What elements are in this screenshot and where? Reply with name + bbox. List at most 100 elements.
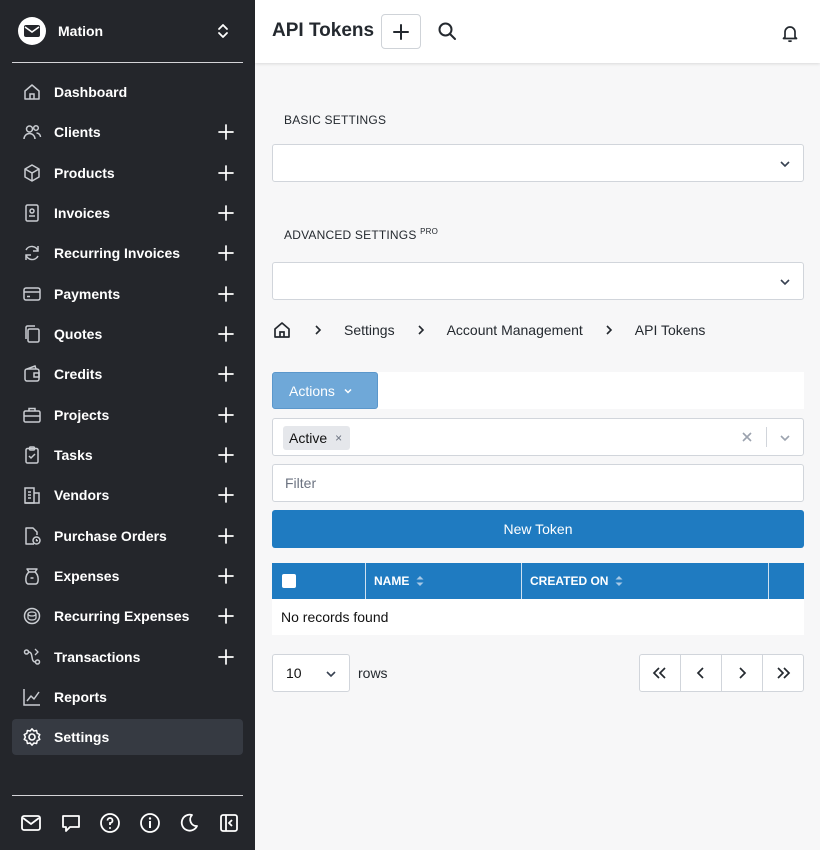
add-quotes-plus-icon[interactable] [217,325,235,343]
building-icon [22,485,42,505]
add-vendors-plus-icon[interactable] [217,486,235,504]
sort-icon [615,576,623,586]
select-separator [766,427,767,447]
add-projects-plus-icon[interactable] [217,406,235,424]
chevron-down-icon [344,388,352,394]
add-tasks-plus-icon[interactable] [217,446,235,464]
sidebar-item-label: Dashboard [54,84,128,100]
search-icon[interactable] [437,21,457,41]
clear-icon[interactable] [739,429,755,445]
sidebar-item-products[interactable]: Products [12,155,243,191]
sidebar-item-settings[interactable]: Settings [12,719,243,756]
sidebar-item-vendors[interactable]: Vendors [12,477,243,513]
previous-page-button[interactable] [681,655,722,691]
company-switcher[interactable]: Mation [12,10,243,52]
document-clock-icon [22,526,42,546]
add-purchase-orders-plus-icon[interactable] [217,527,235,545]
sidebar-item-label: Expenses [54,567,120,584]
page-title: API Tokens [272,20,375,41]
advanced-settings-label: ADVANCED SETTINGS PRO [284,227,439,242]
column-header-created-on[interactable]: CREATED ON [522,563,769,599]
sidebar-item-purchase-orders[interactable]: Purchase Orders [12,518,243,554]
top-header: API Tokens [255,0,820,63]
box-icon [22,163,42,183]
sidebar: Mation Dashboard Clients Products Invoices R… [0,0,255,850]
add-button[interactable] [381,14,421,49]
chevrons-right-icon [777,667,791,679]
breadcrumb-home-icon[interactable] [272,320,292,340]
sidebar-item-transactions[interactable]: Transactions [12,639,243,675]
chevron-up-down-icon [218,24,228,38]
breadcrumb-account-management[interactable]: Account Management [447,322,583,338]
rows-per-page-select[interactable]: 10 [272,654,350,692]
sidebar-item-label: Vendors [54,487,110,504]
sidebar-item-invoices[interactable]: Invoices [12,195,243,231]
chevron-right-icon [413,322,429,338]
sidebar-footer-divider [12,795,243,796]
add-payments-plus-icon[interactable] [217,285,235,303]
sidebar-item-recurring-invoices[interactable]: Recurring Invoices [12,235,243,271]
users-icon [22,122,42,142]
sidebar-footer [20,812,240,834]
sidebar-item-reports[interactable]: Reports [12,679,243,715]
sidebar-item-label: Quotes [54,325,103,342]
chat-icon[interactable] [60,812,82,834]
sidebar-item-payments[interactable]: Payments [12,276,243,312]
sidebar-item-projects[interactable]: Projects [12,397,243,433]
select-all-checkbox[interactable] [282,574,296,588]
company-name: Mation [58,23,104,39]
plus-icon [393,23,409,40]
add-invoices-plus-icon[interactable] [217,204,235,222]
sidebar-item-recurring-expenses[interactable]: Recurring Expenses [12,598,243,634]
add-clients-plus-icon[interactable] [217,123,235,141]
next-page-button[interactable] [722,655,763,691]
column-header-actions [769,563,804,599]
sidebar-item-label: Clients [54,124,101,141]
actions-button[interactable]: Actions [272,372,378,409]
bell-icon[interactable] [780,23,800,43]
sidebar-item-quotes[interactable]: Quotes [12,316,243,352]
chevron-down-icon [326,671,336,678]
sidebar-item-label: Recurring Invoices [54,245,181,262]
new-token-button[interactable]: New Token [272,510,804,548]
status-tag-active: Active × [283,426,351,450]
breadcrumb: Settings Account Management API Tokens [272,318,705,342]
status-filter-select[interactable]: Active × [272,418,804,456]
briefcase-icon [22,405,42,425]
column-header-name[interactable]: NAME [366,563,522,599]
rows-label: rows [358,665,388,681]
sidebar-item-credits[interactable]: Credits [12,356,243,392]
wallet-icon [22,364,42,384]
info-circle-icon[interactable] [139,812,161,834]
advanced-settings-select[interactable] [272,262,804,300]
chevron-down-icon[interactable] [779,432,791,444]
invoice-icon [22,203,42,223]
add-expenses-plus-icon[interactable] [217,567,235,585]
sidebar-item-expenses[interactable]: Expenses [12,558,243,594]
breadcrumb-settings[interactable]: Settings [344,322,395,338]
add-recurring-invoices-plus-icon[interactable] [217,244,235,262]
last-page-button[interactable] [763,655,803,691]
add-credits-plus-icon[interactable] [217,365,235,383]
add-transactions-plus-icon[interactable] [217,648,235,666]
sidebar-item-tasks[interactable]: Tasks [12,437,243,473]
collapse-sidebar-icon[interactable] [218,812,240,834]
add-products-plus-icon[interactable] [217,164,235,182]
chevron-down-icon [780,161,790,168]
sidebar-item-label: Settings [54,729,110,746]
money-bag-icon [22,566,42,586]
mail-icon[interactable] [20,812,42,834]
chevron-right-icon [739,667,747,679]
add-recurring-expenses-plus-icon[interactable] [217,607,235,625]
first-page-button[interactable] [640,655,681,691]
sidebar-item-dashboard[interactable]: Dashboard [12,74,243,110]
sidebar-item-clients[interactable]: Clients [12,114,243,150]
filter-input[interactable] [272,464,804,502]
sidebar-item-label: Projects [54,406,110,423]
help-circle-icon[interactable] [99,812,121,834]
remove-tag-icon[interactable]: × [335,431,342,445]
moon-icon[interactable] [178,812,200,834]
basic-settings-select[interactable] [272,144,804,182]
breadcrumb-api-tokens[interactable]: API Tokens [635,322,706,338]
chevron-right-icon [601,322,617,338]
